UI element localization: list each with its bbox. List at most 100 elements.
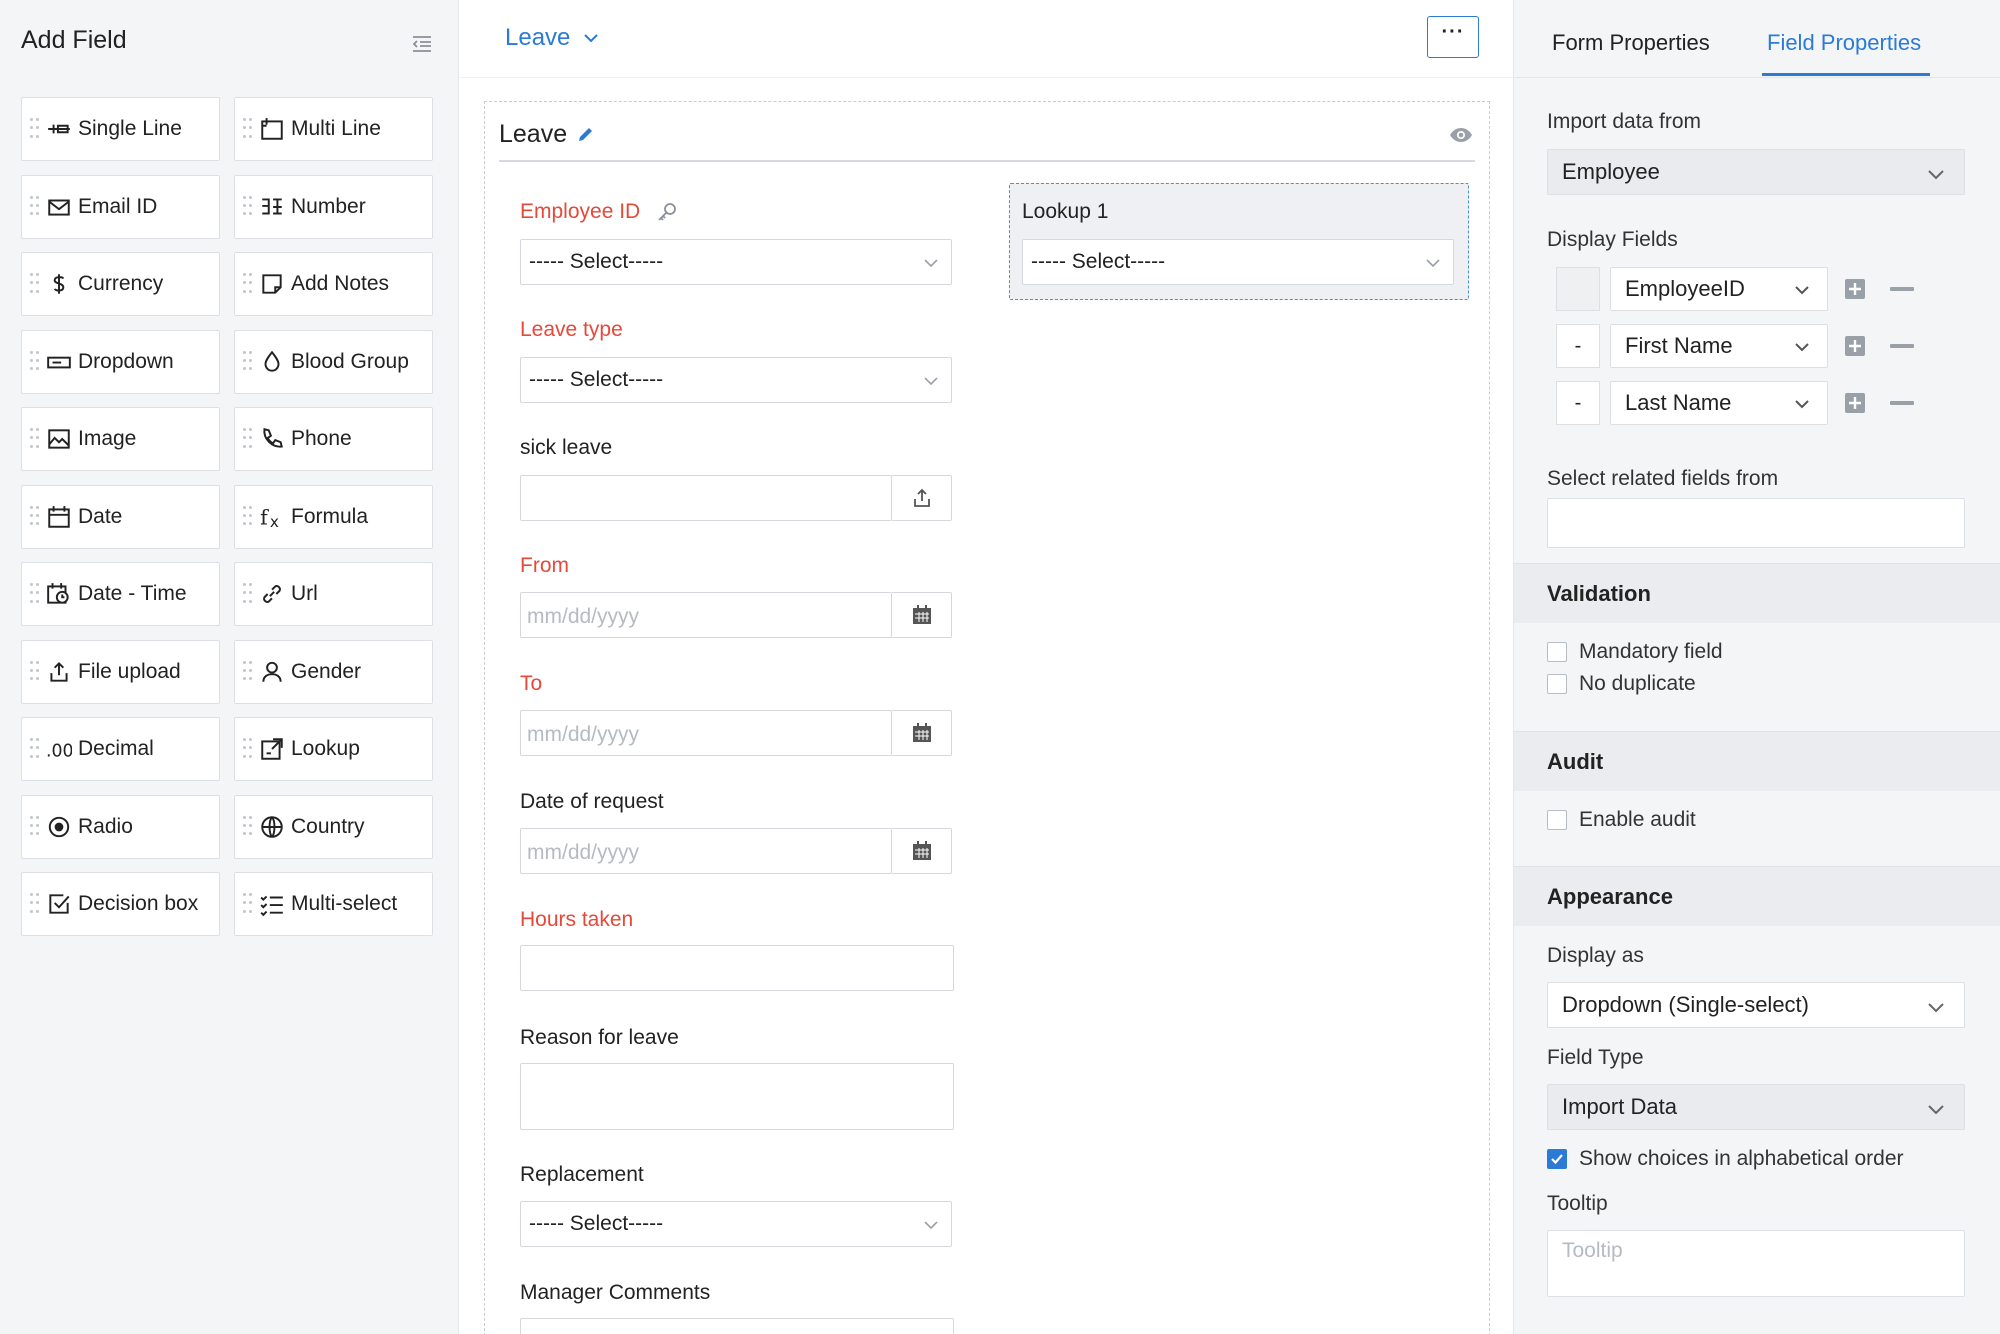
- drag-handle-icon[interactable]: [30, 738, 40, 760]
- display-field-order[interactable]: -: [1556, 381, 1600, 425]
- display-field-order[interactable]: -: [1556, 324, 1600, 368]
- leave-type-select[interactable]: ----- Select-----: [520, 357, 952, 403]
- from-date-input[interactable]: mm/dd/yyyy: [520, 592, 892, 638]
- remove-display-field-icon[interactable]: [1890, 344, 1914, 348]
- display-field-order-value: -: [1574, 334, 1582, 357]
- tooltip-input[interactable]: Tooltip: [1547, 1230, 1965, 1297]
- lookup1-select[interactable]: ----- Select-----: [1022, 239, 1454, 285]
- display-field-order[interactable]: [1556, 267, 1600, 311]
- mandatory-checkbox[interactable]: [1547, 642, 1567, 662]
- appearance-section-header[interactable]: Appearance: [1514, 866, 2000, 926]
- tab-form-properties[interactable]: Form Properties: [1552, 30, 1710, 56]
- field-type-phone[interactable]: Phone: [234, 407, 433, 471]
- drag-handle-icon[interactable]: [30, 815, 40, 838]
- field-type-url[interactable]: Url: [234, 562, 433, 626]
- manager-comments-textarea[interactable]: [520, 1318, 954, 1334]
- field-type-gender[interactable]: Gender: [234, 639, 433, 704]
- alpha-order-checkbox[interactable]: [1547, 1149, 1567, 1169]
- remove-display-field-icon[interactable]: [1890, 401, 1914, 405]
- field-type-formula[interactable]: f x Formula: [234, 484, 433, 549]
- no-duplicate-row[interactable]: No duplicate: [1547, 672, 1696, 696]
- drag-handle-icon[interactable]: [243, 350, 253, 373]
- enable-audit-label: Enable audit: [1579, 808, 1696, 831]
- enable-audit-checkbox[interactable]: [1547, 810, 1567, 830]
- lookup-field-card-selected[interactable]: Lookup 1 ----- Select-----: [1009, 183, 1469, 300]
- drag-handle-icon[interactable]: [243, 815, 253, 838]
- field-type-label: Radio: [78, 814, 133, 838]
- import-data-select[interactable]: Employee: [1547, 149, 1965, 195]
- field-type-dropdown[interactable]: Dropdown: [21, 329, 220, 394]
- drag-handle-icon[interactable]: [243, 738, 253, 760]
- field-type-date-time[interactable]: Date - Time: [21, 562, 220, 626]
- mandatory-field-row[interactable]: Mandatory field: [1547, 640, 1723, 664]
- audit-section-header[interactable]: Audit: [1514, 731, 2000, 791]
- calendar-icon: [912, 723, 931, 742]
- field-type-single-line[interactable]: Single Line: [21, 97, 220, 161]
- tab-field-properties[interactable]: Field Properties: [1767, 30, 1921, 56]
- form-switcher[interactable]: Leave: [505, 24, 599, 52]
- collapse-panel-icon[interactable]: [410, 32, 434, 56]
- field-type-blood-group[interactable]: Blood Group: [234, 329, 433, 394]
- file-upload-button[interactable]: [892, 475, 952, 521]
- field-type-lookup[interactable]: Lookup: [234, 717, 433, 781]
- date-of-request-input[interactable]: mm/dd/yyyy: [520, 828, 892, 874]
- add-display-field-icon[interactable]: [1844, 392, 1866, 414]
- drag-handle-icon[interactable]: [30, 428, 40, 450]
- drag-handle-icon[interactable]: [30, 350, 40, 373]
- sick-leave-file-input[interactable]: [520, 475, 892, 521]
- display-field-select[interactable]: EmployeeID: [1610, 267, 1828, 311]
- drag-handle-icon[interactable]: [243, 273, 253, 295]
- drag-handle-icon[interactable]: [30, 195, 40, 218]
- edit-pencil-icon[interactable]: [576, 124, 596, 144]
- drag-handle-icon[interactable]: [30, 660, 40, 683]
- drag-handle-icon[interactable]: [30, 118, 40, 140]
- add-display-field-icon[interactable]: [1844, 278, 1866, 300]
- to-date-input[interactable]: mm/dd/yyyy: [520, 710, 892, 756]
- no-duplicate-checkbox[interactable]: [1547, 674, 1567, 694]
- field-type-file-upload[interactable]: File upload: [21, 639, 220, 704]
- more-options-button[interactable]: ···: [1427, 16, 1479, 58]
- preview-eye-icon[interactable]: [1449, 126, 1473, 144]
- field-type-add-notes[interactable]: Add Notes: [234, 252, 433, 316]
- drag-handle-icon[interactable]: [243, 118, 253, 140]
- field-type-select[interactable]: Import Data: [1547, 1084, 1965, 1130]
- drag-handle-icon[interactable]: [30, 273, 40, 295]
- alpha-order-row[interactable]: Show choices in alphabetical order: [1547, 1147, 1904, 1171]
- field-type-date[interactable]: Date: [21, 484, 220, 549]
- drag-handle-icon[interactable]: [30, 583, 40, 605]
- display-field-select[interactable]: First Name: [1610, 324, 1828, 368]
- field-type-multi-line[interactable]: Multi Line: [234, 97, 433, 161]
- enable-audit-row[interactable]: Enable audit: [1547, 808, 1696, 832]
- drag-handle-icon[interactable]: [30, 505, 40, 528]
- drag-handle-icon[interactable]: [243, 583, 253, 605]
- replacement-select[interactable]: ----- Select-----: [520, 1201, 952, 1247]
- field-type-multi-select[interactable]: Multi-select: [234, 872, 433, 936]
- drag-handle-icon[interactable]: [243, 660, 253, 683]
- add-display-field-icon[interactable]: [1844, 335, 1866, 357]
- drag-handle-icon[interactable]: [30, 893, 40, 915]
- employee-id-select[interactable]: ----- Select-----: [520, 239, 952, 285]
- field-type-number[interactable]: Number: [234, 174, 433, 239]
- field-type-decision-box[interactable]: Decision box: [21, 872, 220, 936]
- field-type-country[interactable]: Country: [234, 794, 433, 859]
- remove-display-field-icon[interactable]: [1890, 287, 1914, 291]
- display-as-select[interactable]: Dropdown (Single-select): [1547, 982, 1965, 1028]
- field-type-image[interactable]: Image: [21, 407, 220, 471]
- display-field-select[interactable]: Last Name: [1610, 381, 1828, 425]
- reason-textarea[interactable]: [520, 1063, 954, 1130]
- hours-taken-input[interactable]: [520, 945, 954, 991]
- drag-handle-icon[interactable]: [243, 893, 253, 915]
- drag-handle-icon[interactable]: [243, 195, 253, 218]
- date-of-request-calendar-button[interactable]: [892, 828, 952, 874]
- field-type-radio[interactable]: Radio: [21, 794, 220, 859]
- related-fields-input[interactable]: [1547, 498, 1965, 548]
- field-type-email-id[interactable]: Email ID: [21, 174, 220, 239]
- drag-handle-icon[interactable]: [243, 505, 253, 528]
- to-calendar-button[interactable]: [892, 710, 952, 756]
- field-type-decimal[interactable]: .00 Decimal: [21, 717, 220, 781]
- drag-handle-icon[interactable]: [243, 428, 253, 450]
- validation-section-header[interactable]: Validation: [1514, 563, 2000, 623]
- reason-label: Reason for leave: [520, 1026, 679, 1049]
- from-calendar-button[interactable]: [892, 592, 952, 638]
- field-type-currency[interactable]: Currency: [21, 252, 220, 316]
